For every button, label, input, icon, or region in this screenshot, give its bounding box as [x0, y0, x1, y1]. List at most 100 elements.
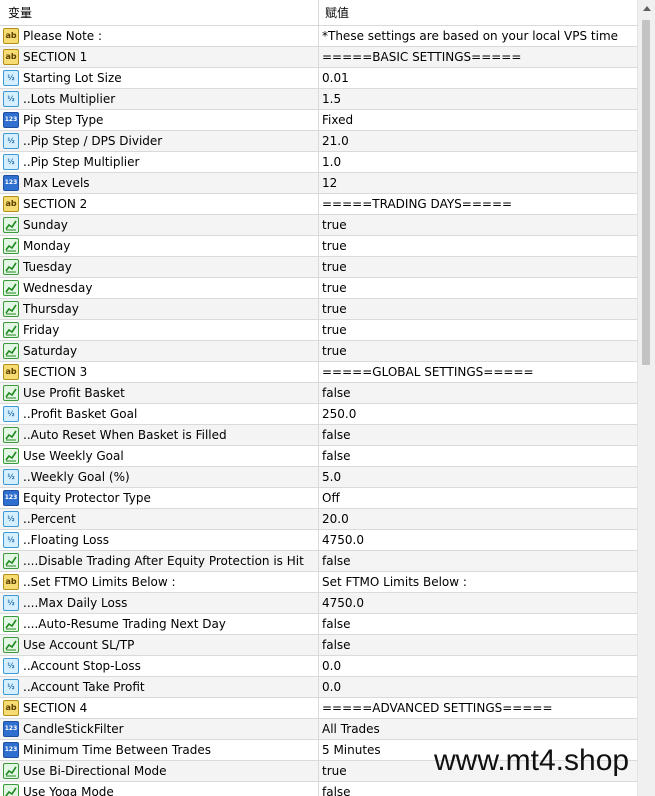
value-cell[interactable]: true — [319, 320, 637, 340]
table-row[interactable]: ab SECTION 1 =====BASIC SETTINGS===== — [0, 47, 637, 68]
variable-cell[interactable]: ab SECTION 4 — [0, 698, 319, 718]
value-cell[interactable]: Fixed — [319, 110, 637, 130]
variable-cell[interactable]: ½ ....Max Daily Loss — [0, 593, 319, 613]
variable-cell[interactable]: Wednesday — [0, 278, 319, 298]
value-cell[interactable]: true — [319, 278, 637, 298]
variable-cell[interactable]: Use Profit Basket — [0, 383, 319, 403]
table-row[interactable]: ½ ..Pip Step / DPS Divider 21.0 — [0, 131, 637, 152]
table-row[interactable]: ab SECTION 2 =====TRADING DAYS===== — [0, 194, 637, 215]
value-cell[interactable]: 12 — [319, 173, 637, 193]
variable-cell[interactable]: 123 Max Levels — [0, 173, 319, 193]
value-cell[interactable]: false — [319, 614, 637, 634]
value-cell[interactable]: 21.0 — [319, 131, 637, 151]
value-cell[interactable]: 0.01 — [319, 68, 637, 88]
table-row[interactable]: Use Yoga Mode false — [0, 782, 637, 796]
table-row[interactable]: ½ ..Percent 20.0 — [0, 509, 637, 530]
table-row[interactable]: ½ ..Account Take Profit 0.0 — [0, 677, 637, 698]
variable-cell[interactable]: Tuesday — [0, 257, 319, 277]
table-row[interactable]: ½ ....Max Daily Loss 4750.0 — [0, 593, 637, 614]
value-cell[interactable]: All Trades — [319, 719, 637, 739]
variable-cell[interactable]: Use Yoga Mode — [0, 782, 319, 796]
value-cell[interactable]: Off — [319, 488, 637, 508]
variable-cell[interactable]: ½ ..Account Stop-Loss — [0, 656, 319, 676]
table-row[interactable]: Wednesday true — [0, 278, 637, 299]
value-cell[interactable]: 1.5 — [319, 89, 637, 109]
table-row[interactable]: Tuesday true — [0, 257, 637, 278]
value-cell[interactable]: false — [319, 635, 637, 655]
vertical-scrollbar[interactable] — [637, 0, 655, 796]
table-row[interactable]: ½ ..Lots Multiplier 1.5 — [0, 89, 637, 110]
variable-cell[interactable]: ab SECTION 1 — [0, 47, 319, 67]
variable-cell[interactable]: Use Account SL/TP — [0, 635, 319, 655]
table-row[interactable]: ½ ..Weekly Goal (%) 5.0 — [0, 467, 637, 488]
table-row[interactable]: ....Auto-Resume Trading Next Day false — [0, 614, 637, 635]
variable-cell[interactable]: ½ ..Percent — [0, 509, 319, 529]
variable-cell[interactable]: ½ ..Pip Step / DPS Divider — [0, 131, 319, 151]
variable-cell[interactable]: Use Bi-Directional Mode — [0, 761, 319, 781]
table-row[interactable]: ab ..Set FTMO Limits Below : Set FTMO Limi… — [0, 572, 637, 593]
table-row[interactable]: ..Auto Reset When Basket is Filled false — [0, 425, 637, 446]
table-row[interactable]: ½ ..Account Stop-Loss 0.0 — [0, 656, 637, 677]
variable-cell[interactable]: ab ..Set FTMO Limits Below : — [0, 572, 319, 592]
value-cell[interactable]: true — [319, 236, 637, 256]
variable-cell[interactable]: ½ ..Floating Loss — [0, 530, 319, 550]
table-row[interactable]: Use Account SL/TP false — [0, 635, 637, 656]
table-row[interactable]: ab SECTION 3 =====GLOBAL SETTINGS===== — [0, 362, 637, 383]
table-row[interactable]: Monday true — [0, 236, 637, 257]
variable-cell[interactable]: ab SECTION 3 — [0, 362, 319, 382]
variable-cell[interactable]: Thursday — [0, 299, 319, 319]
variable-cell[interactable]: ....Auto-Resume Trading Next Day — [0, 614, 319, 634]
value-cell[interactable]: false — [319, 425, 637, 445]
value-cell[interactable]: false — [319, 383, 637, 403]
variable-cell[interactable]: 123 Pip Step Type — [0, 110, 319, 130]
value-cell[interactable]: false — [319, 782, 637, 796]
value-cell[interactable]: =====TRADING DAYS===== — [319, 194, 637, 214]
value-cell[interactable]: true — [319, 257, 637, 277]
table-row[interactable]: 123 Max Levels 12 — [0, 173, 637, 194]
variable-cell[interactable]: ½ ..Profit Basket Goal — [0, 404, 319, 424]
table-row[interactable]: Saturday true — [0, 341, 637, 362]
variable-cell[interactable]: ab Please Note : — [0, 26, 319, 46]
value-cell[interactable]: false — [319, 551, 637, 571]
table-row[interactable]: ½ Starting Lot Size 0.01 — [0, 68, 637, 89]
value-cell[interactable]: 4750.0 — [319, 593, 637, 613]
variable-cell[interactable]: Use Weekly Goal — [0, 446, 319, 466]
table-row[interactable]: Use Profit Basket false — [0, 383, 637, 404]
variable-cell[interactable]: ab SECTION 2 — [0, 194, 319, 214]
value-cell[interactable]: 4750.0 — [319, 530, 637, 550]
variable-cell[interactable]: Saturday — [0, 341, 319, 361]
value-cell[interactable]: 0.0 — [319, 656, 637, 676]
variable-cell[interactable]: ½ ..Pip Step Multiplier — [0, 152, 319, 172]
value-cell[interactable]: 5.0 — [319, 467, 637, 487]
variable-cell[interactable]: ....Disable Trading After Equity Protect… — [0, 551, 319, 571]
variable-cell[interactable]: ½ ..Weekly Goal (%) — [0, 467, 319, 487]
table-row[interactable]: Use Weekly Goal false — [0, 446, 637, 467]
table-row[interactable]: ½ ..Floating Loss 4750.0 — [0, 530, 637, 551]
value-cell[interactable]: false — [319, 446, 637, 466]
value-cell[interactable]: 1.0 — [319, 152, 637, 172]
value-cell[interactable]: true — [319, 341, 637, 361]
variable-cell[interactable]: ½ Starting Lot Size — [0, 68, 319, 88]
table-row[interactable]: ....Disable Trading After Equity Protect… — [0, 551, 637, 572]
variable-cell[interactable]: 123 Equity Protector Type — [0, 488, 319, 508]
variable-cell[interactable]: ½ ..Account Take Profit — [0, 677, 319, 697]
table-row[interactable]: Sunday true — [0, 215, 637, 236]
value-cell[interactable]: Set FTMO Limits Below : — [319, 572, 637, 592]
value-cell[interactable]: =====ADVANCED SETTINGS===== — [319, 698, 637, 718]
value-cell[interactable]: 0.0 — [319, 677, 637, 697]
value-cell[interactable]: 20.0 — [319, 509, 637, 529]
value-cell[interactable]: 250.0 — [319, 404, 637, 424]
table-row[interactable]: ab Please Note : *These settings are based… — [0, 26, 637, 47]
scrollbar-thumb[interactable] — [642, 20, 650, 365]
value-cell[interactable]: true — [319, 215, 637, 235]
variable-cell[interactable]: 123 CandleStickFilter — [0, 719, 319, 739]
scroll-up-arrow-icon[interactable] — [643, 6, 651, 11]
column-header-value[interactable]: 赋值 — [319, 0, 637, 25]
value-cell[interactable]: *These settings are based on your local … — [319, 26, 637, 46]
variable-cell[interactable]: Sunday — [0, 215, 319, 235]
table-row[interactable]: 123 CandleStickFilter All Trades — [0, 719, 637, 740]
table-row[interactable]: ½ ..Profit Basket Goal 250.0 — [0, 404, 637, 425]
table-row[interactable]: Friday true — [0, 320, 637, 341]
variable-cell[interactable]: Friday — [0, 320, 319, 340]
variable-cell[interactable]: Monday — [0, 236, 319, 256]
